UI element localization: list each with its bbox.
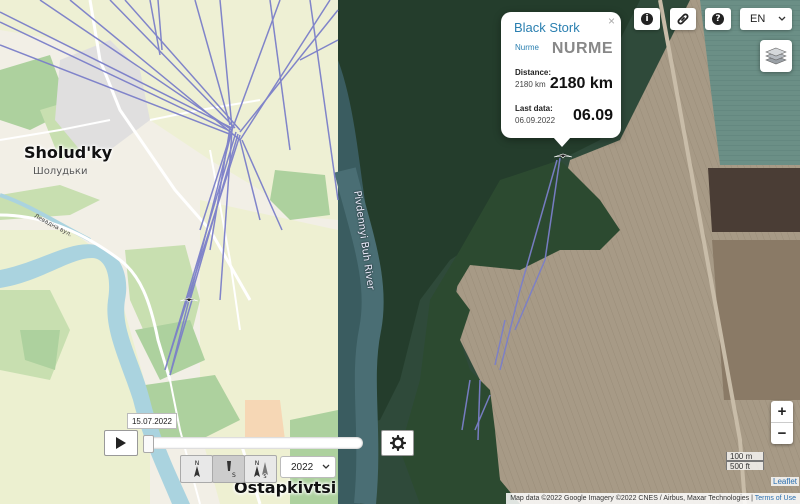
- svg-text:N: N: [254, 460, 259, 467]
- popup-last-data-label: Last data:: [515, 104, 553, 113]
- zoom-out-button[interactable]: −: [771, 422, 793, 444]
- chevron-down-icon: [778, 16, 786, 21]
- timeline-date: 15.07.2022: [127, 413, 177, 429]
- link-icon: [677, 13, 689, 25]
- settings-button[interactable]: [381, 430, 414, 456]
- heading-up-button[interactable]: S: [212, 455, 245, 483]
- info-button[interactable]: i: [634, 8, 660, 30]
- north-up-button[interactable]: N: [180, 455, 213, 483]
- timeline-slider-thumb[interactable]: [143, 435, 154, 453]
- zoom-in-button[interactable]: +: [771, 401, 793, 422]
- zoom-control: + −: [771, 401, 793, 444]
- popup-distance-small: 2180 km: [515, 80, 546, 89]
- attribution-text: Map data ©2022 Google Imagery ©2022 CNES…: [510, 495, 750, 502]
- scale-bar-metric: 100 m: [726, 452, 764, 461]
- popup-species: Black Stork: [514, 20, 580, 35]
- scale-bar-imperial: 500 ft: [726, 461, 764, 471]
- link-button[interactable]: [670, 8, 696, 30]
- place-label-sholudky: Sholud'ky: [24, 143, 113, 162]
- help-button[interactable]: ?: [705, 8, 731, 30]
- popup-bird-name-small: Nurme: [515, 43, 540, 52]
- language-select[interactable]: EN: [740, 8, 792, 30]
- svg-text:S: S: [232, 472, 236, 479]
- timeline-slider[interactable]: [143, 435, 363, 453]
- compass-arrow-icon: S: [226, 461, 236, 479]
- year-select[interactable]: 2022: [280, 456, 336, 478]
- svg-text:N: N: [194, 460, 199, 467]
- north-rotate-icon: N S: [253, 460, 268, 479]
- bird-info-popup: × Black Stork Nurme NURME Distance: 2180…: [501, 12, 621, 147]
- info-icon: i: [641, 13, 653, 25]
- leaflet-link[interactable]: Leaflet: [771, 477, 800, 486]
- popup-bird-name: NURME: [551, 40, 613, 57]
- chevron-down-icon: [322, 464, 330, 469]
- svg-text:S: S: [263, 474, 266, 479]
- popup-close-button[interactable]: ×: [608, 14, 615, 28]
- north-arrow-icon: N: [193, 460, 200, 477]
- terms-link[interactable]: Terms of Use: [755, 495, 796, 502]
- play-button[interactable]: [104, 430, 138, 456]
- layers-button[interactable]: [760, 40, 792, 72]
- language-value: EN: [750, 13, 766, 25]
- popup-last-data-value: 06.09: [572, 107, 613, 124]
- map-canvas[interactable]: [0, 0, 800, 504]
- layers-icon: [765, 47, 787, 65]
- popup-last-data-small: 06.09.2022: [515, 116, 556, 125]
- rotate-button[interactable]: N S: [244, 455, 277, 483]
- popup-distance-label: Distance:: [515, 68, 552, 77]
- gear-icon: [389, 435, 406, 451]
- year-value: 2022: [291, 461, 314, 473]
- popup-distance-value: 2180 km: [549, 75, 613, 92]
- play-icon: [116, 437, 126, 449]
- place-label-sholudky-native: Шолудьки: [33, 166, 88, 177]
- help-icon: ?: [712, 13, 724, 25]
- map-attribution: Map data ©2022 Google Imagery ©2022 CNES…: [506, 493, 800, 504]
